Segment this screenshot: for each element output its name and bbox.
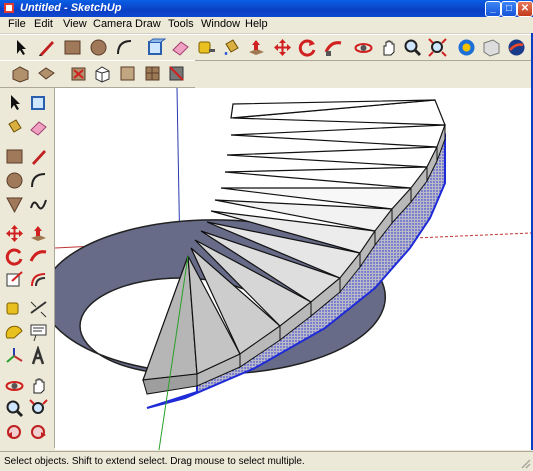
large-tool-set <box>0 88 55 448</box>
zoom-icon[interactable] <box>4 398 25 419</box>
circle-icon[interactable] <box>4 170 25 191</box>
select-arrow-icon[interactable] <box>4 92 25 113</box>
menu-bar: File Edit View Camera Draw Tools Window … <box>0 17 533 34</box>
circle-icon[interactable] <box>88 37 109 58</box>
minimize-button[interactable]: _ <box>485 1 501 17</box>
rectangle-icon[interactable] <box>62 37 83 58</box>
arc-icon[interactable] <box>114 37 135 58</box>
title-bar[interactable]: Untitled - SketchUp _ □ ✕ <box>0 0 533 17</box>
status-text: Select objects. Shift to extend select. … <box>4 456 305 467</box>
window-title: Untitled - SketchUp <box>20 2 122 14</box>
zoom-extents-icon[interactable] <box>427 37 448 58</box>
menu-tools[interactable]: Tools <box>166 18 196 30</box>
resize-grip-icon[interactable] <box>520 458 531 469</box>
zoom-icon[interactable] <box>402 37 423 58</box>
paint-bucket-icon[interactable] <box>221 37 242 58</box>
shaded-texture-icon[interactable] <box>142 63 163 84</box>
pencil-line-icon[interactable] <box>36 37 57 58</box>
get-models-icon[interactable] <box>456 37 477 58</box>
next-view-icon[interactable] <box>28 422 49 443</box>
iso-view-icon[interactable] <box>10 63 31 84</box>
status-bar: Select objects. Shift to extend select. … <box>0 451 533 471</box>
rotate-icon[interactable] <box>297 37 318 58</box>
menu-help[interactable]: Help <box>243 18 270 30</box>
pan-icon[interactable] <box>378 37 399 58</box>
hidden-line-icon[interactable] <box>92 63 113 84</box>
scale-icon[interactable] <box>4 269 25 290</box>
close-button[interactable]: ✕ <box>517 1 533 17</box>
google-earth-icon[interactable] <box>506 37 527 58</box>
protractor-icon[interactable] <box>4 322 25 343</box>
select-arrow-icon[interactable] <box>10 37 31 58</box>
line-icon[interactable] <box>28 146 49 167</box>
menu-view[interactable]: View <box>61 18 89 30</box>
menu-file[interactable]: File <box>6 18 28 30</box>
stair-model-canvas[interactable] <box>55 88 531 450</box>
tape-measure-icon[interactable] <box>4 298 25 319</box>
x-ray-icon[interactable] <box>68 63 89 84</box>
polygon-icon[interactable] <box>4 194 25 215</box>
sketchup-window: Untitled - SketchUp _ □ ✕ File Edit View… <box>0 0 533 471</box>
text-icon[interactable] <box>28 322 49 343</box>
3d-text-icon[interactable] <box>28 346 49 367</box>
sketchup-app-icon <box>4 3 14 13</box>
follow-me-icon[interactable] <box>28 246 49 267</box>
menu-window[interactable]: Window <box>199 18 242 30</box>
top-view-icon[interactable] <box>36 63 57 84</box>
make-component-icon[interactable] <box>145 37 166 58</box>
monochrome-icon[interactable] <box>166 63 187 84</box>
maximize-button[interactable]: □ <box>501 1 517 17</box>
previous-view-icon[interactable] <box>4 422 25 443</box>
make-component-icon[interactable] <box>28 92 49 113</box>
offset-icon[interactable] <box>28 269 49 290</box>
drawing-area[interactable] <box>55 88 531 450</box>
move-icon[interactable] <box>272 37 293 58</box>
main-toolbar <box>0 34 531 61</box>
views-toolbar <box>0 60 195 88</box>
eraser-icon[interactable] <box>170 37 191 58</box>
freehand-icon[interactable] <box>28 194 49 215</box>
axes-icon[interactable] <box>4 346 25 367</box>
push-pull-icon[interactable] <box>28 223 49 244</box>
share-model-icon[interactable] <box>481 37 502 58</box>
rectangle-icon[interactable] <box>4 146 25 167</box>
eraser-icon[interactable] <box>28 117 49 138</box>
rotate-icon[interactable] <box>4 246 25 267</box>
pan-icon[interactable] <box>28 375 49 396</box>
orbit-icon[interactable] <box>4 375 25 396</box>
move-icon[interactable] <box>4 223 25 244</box>
paint-bucket-icon[interactable] <box>4 117 25 138</box>
menu-camera[interactable]: Camera <box>91 18 134 30</box>
zoom-window-icon[interactable] <box>28 398 49 419</box>
menu-draw[interactable]: Draw <box>133 18 163 30</box>
tape-measure-icon[interactable] <box>196 37 217 58</box>
follow-me-icon[interactable] <box>323 37 344 58</box>
menu-edit[interactable]: Edit <box>32 18 55 30</box>
push-pull-icon[interactable] <box>246 37 267 58</box>
arc-icon[interactable] <box>28 170 49 191</box>
shaded-icon[interactable] <box>117 63 138 84</box>
red-axis-dashed <box>414 232 531 239</box>
orbit-icon[interactable] <box>353 37 374 58</box>
dimension-icon[interactable] <box>28 298 49 319</box>
